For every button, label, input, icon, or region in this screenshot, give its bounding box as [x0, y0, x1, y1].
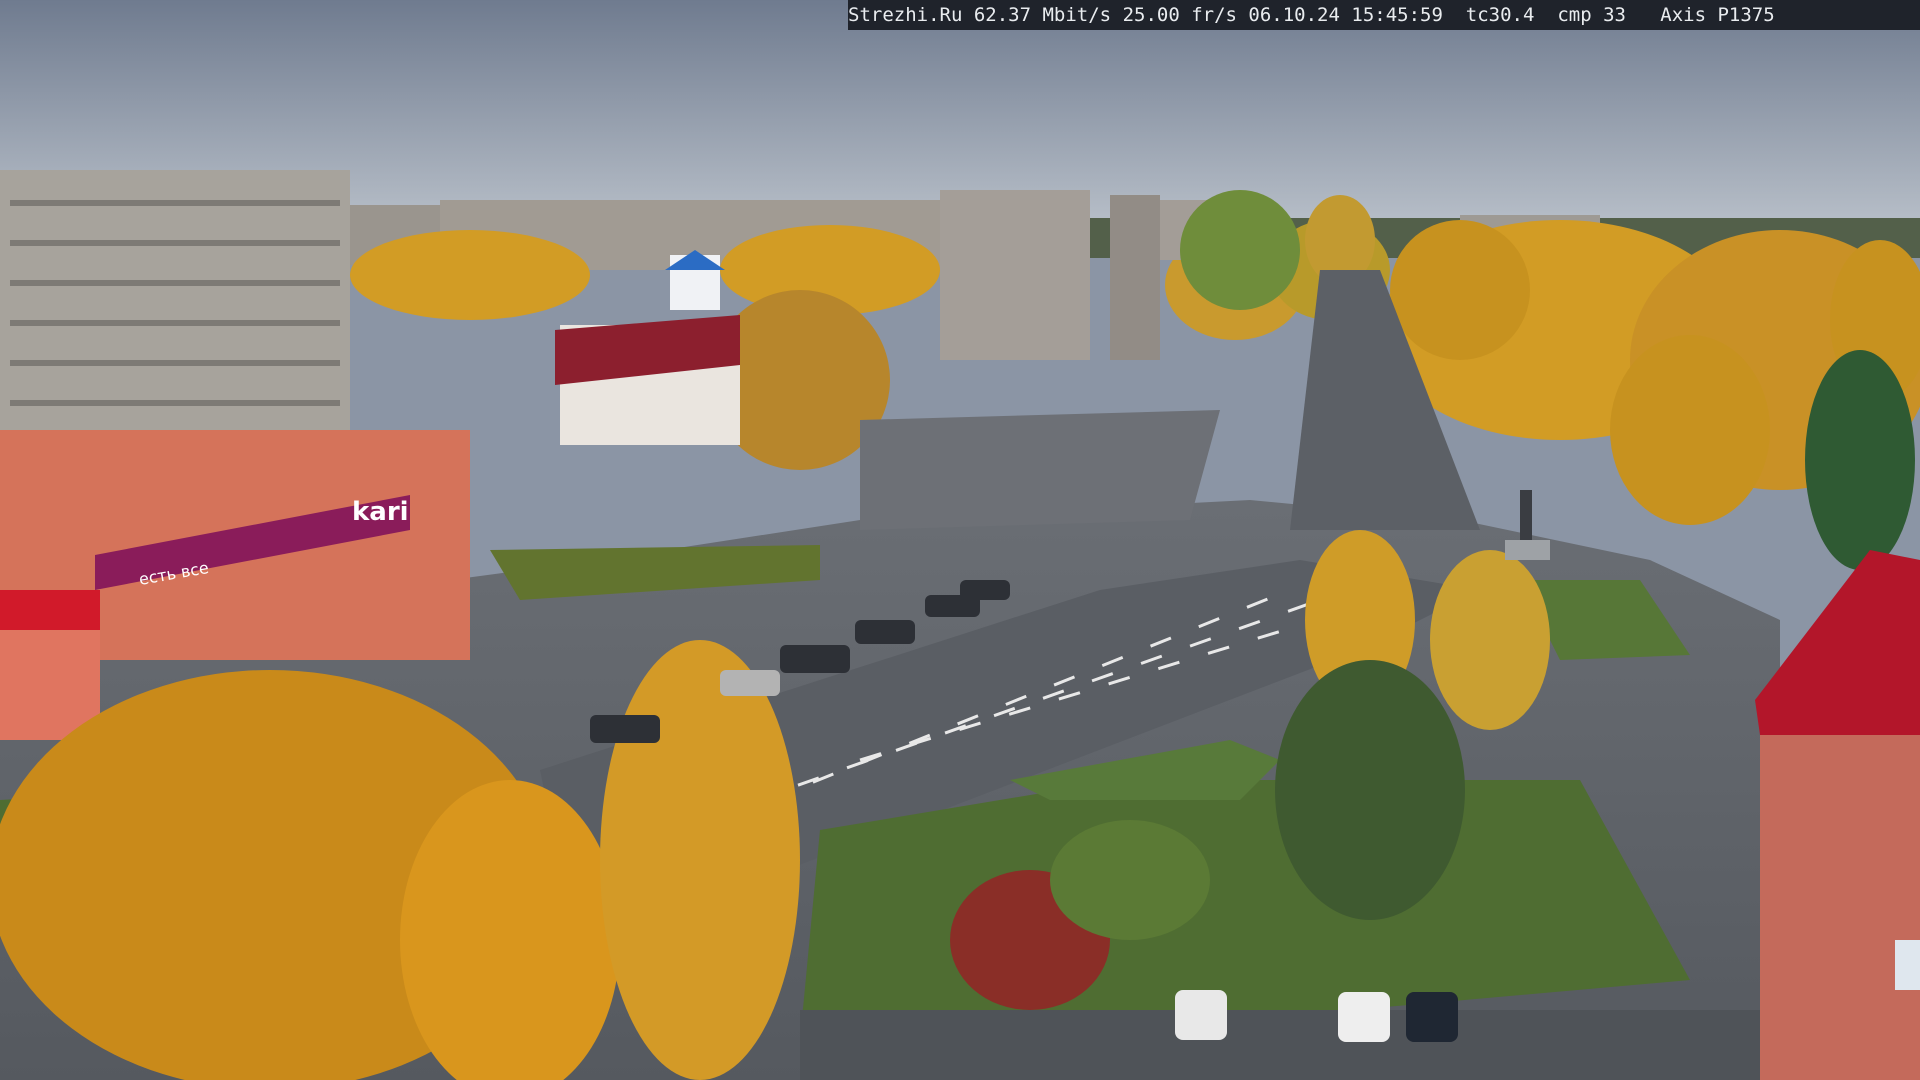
overlay-cmp: cmp 33	[1557, 4, 1626, 26]
overlay-tc: tc30.4	[1465, 4, 1535, 26]
overlay-site: Strezhi.Ru	[848, 4, 963, 26]
overlay-date: 06.10.24	[1248, 4, 1340, 26]
monument	[1505, 490, 1550, 560]
camera-info-overlay: Strezhi.Ru 62.37 Mbit/s 25.00 fr/s 06.10…	[848, 0, 1920, 30]
parking-lot	[800, 1010, 1780, 1080]
overlay-time: 15:45:59	[1351, 4, 1443, 26]
overlay-framerate: 25.00 fr/s	[1122, 4, 1237, 26]
store-logo: kari	[352, 497, 409, 527]
square	[860, 410, 1220, 530]
webcam-city-view: kari есть все	[0, 0, 1920, 1080]
overlay-bitrate: 62.37 Mbit/s	[973, 4, 1112, 26]
overlay-camera: Axis P1375	[1660, 4, 1775, 26]
